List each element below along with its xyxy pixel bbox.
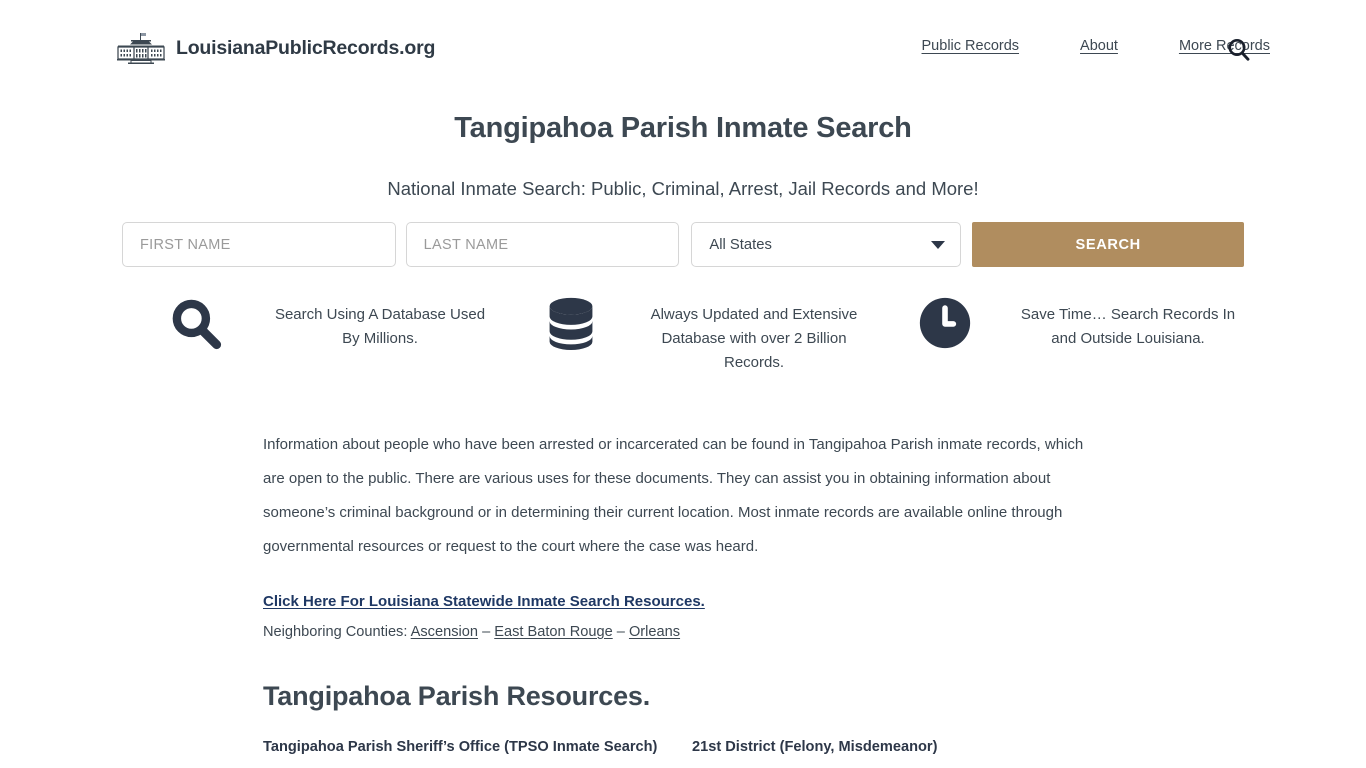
statewide-resources-link[interactable]: Click Here For Louisiana Statewide Inmat… xyxy=(263,593,705,610)
feature-text: Always Updated and Extensive Database wi… xyxy=(650,306,858,371)
state-select[interactable]: All States xyxy=(691,222,962,267)
chevron-down-icon xyxy=(931,241,946,249)
feature-text: Save Time… Search Records In and Outside… xyxy=(1020,306,1236,347)
magnifier-icon xyxy=(122,292,272,354)
search-button[interactable]: SEARCH xyxy=(972,222,1244,267)
inmate-search-form: All States SEARCH xyxy=(122,222,1244,267)
last-name-input[interactable] xyxy=(405,222,680,267)
white-house-icon xyxy=(114,31,168,65)
neighboring-counties-label: Neighboring Counties: xyxy=(263,624,408,640)
intro-paragraph: Information about people who have been a… xyxy=(263,436,1084,555)
main-navigation: Public Records About More Records xyxy=(922,38,1270,54)
feature-item: Save Time… Search Records In and Outside… xyxy=(870,292,1244,375)
clock-icon xyxy=(870,292,1020,350)
state-select-value: All States xyxy=(709,236,772,253)
site-header: LouisianaPublicRecords.org Public Record… xyxy=(0,0,1366,98)
search-icon[interactable] xyxy=(1225,36,1253,64)
nav-item-public-records[interactable]: Public Records xyxy=(922,38,1020,54)
first-name-input[interactable] xyxy=(122,222,396,267)
resource-item-sheriff-office[interactable]: Tangipahoa Parish Sheriff’s Office (TPSO… xyxy=(263,739,692,755)
neighbor-link-ascension[interactable]: Ascension xyxy=(411,624,478,640)
database-icon xyxy=(496,292,646,350)
resource-item-21st-district[interactable]: 21st District (Felony, Misdemeanor) xyxy=(692,739,1082,755)
site-logo[interactable]: LouisianaPublicRecords.org xyxy=(114,31,435,65)
neighbor-link-east-baton-rouge[interactable]: East Baton Rouge xyxy=(494,624,612,640)
feature-item: Always Updated and Extensive Database wi… xyxy=(496,292,870,375)
feature-item: Search Using A Database Used By Millions… xyxy=(122,292,496,375)
neighbor-link-orleans[interactable]: Orleans xyxy=(629,624,680,640)
article-content: Information about people who have been a… xyxy=(263,428,1087,755)
nav-item-about[interactable]: About xyxy=(1080,38,1118,54)
neighbor-separator: – xyxy=(616,624,625,640)
resources-heading: Tangipahoa Parish Resources. xyxy=(263,681,651,711)
feature-list: Search Using A Database Used By Millions… xyxy=(122,292,1244,375)
page-title: Tangipahoa Parish Inmate Search xyxy=(454,112,912,144)
neighbor-separator: – xyxy=(482,624,491,640)
site-logo-text: LouisianaPublicRecords.org xyxy=(176,36,436,59)
neighboring-counties: Neighboring Counties: Ascension – East B… xyxy=(263,624,1087,640)
page-root: LouisianaPublicRecords.org Public Record… xyxy=(0,0,1366,768)
feature-text: Search Using A Database Used By Millions… xyxy=(274,306,486,347)
resources-row: Tangipahoa Parish Sheriff’s Office (TPSO… xyxy=(263,739,1087,755)
page-subtitle: National Inmate Search: Public, Criminal… xyxy=(387,178,979,199)
